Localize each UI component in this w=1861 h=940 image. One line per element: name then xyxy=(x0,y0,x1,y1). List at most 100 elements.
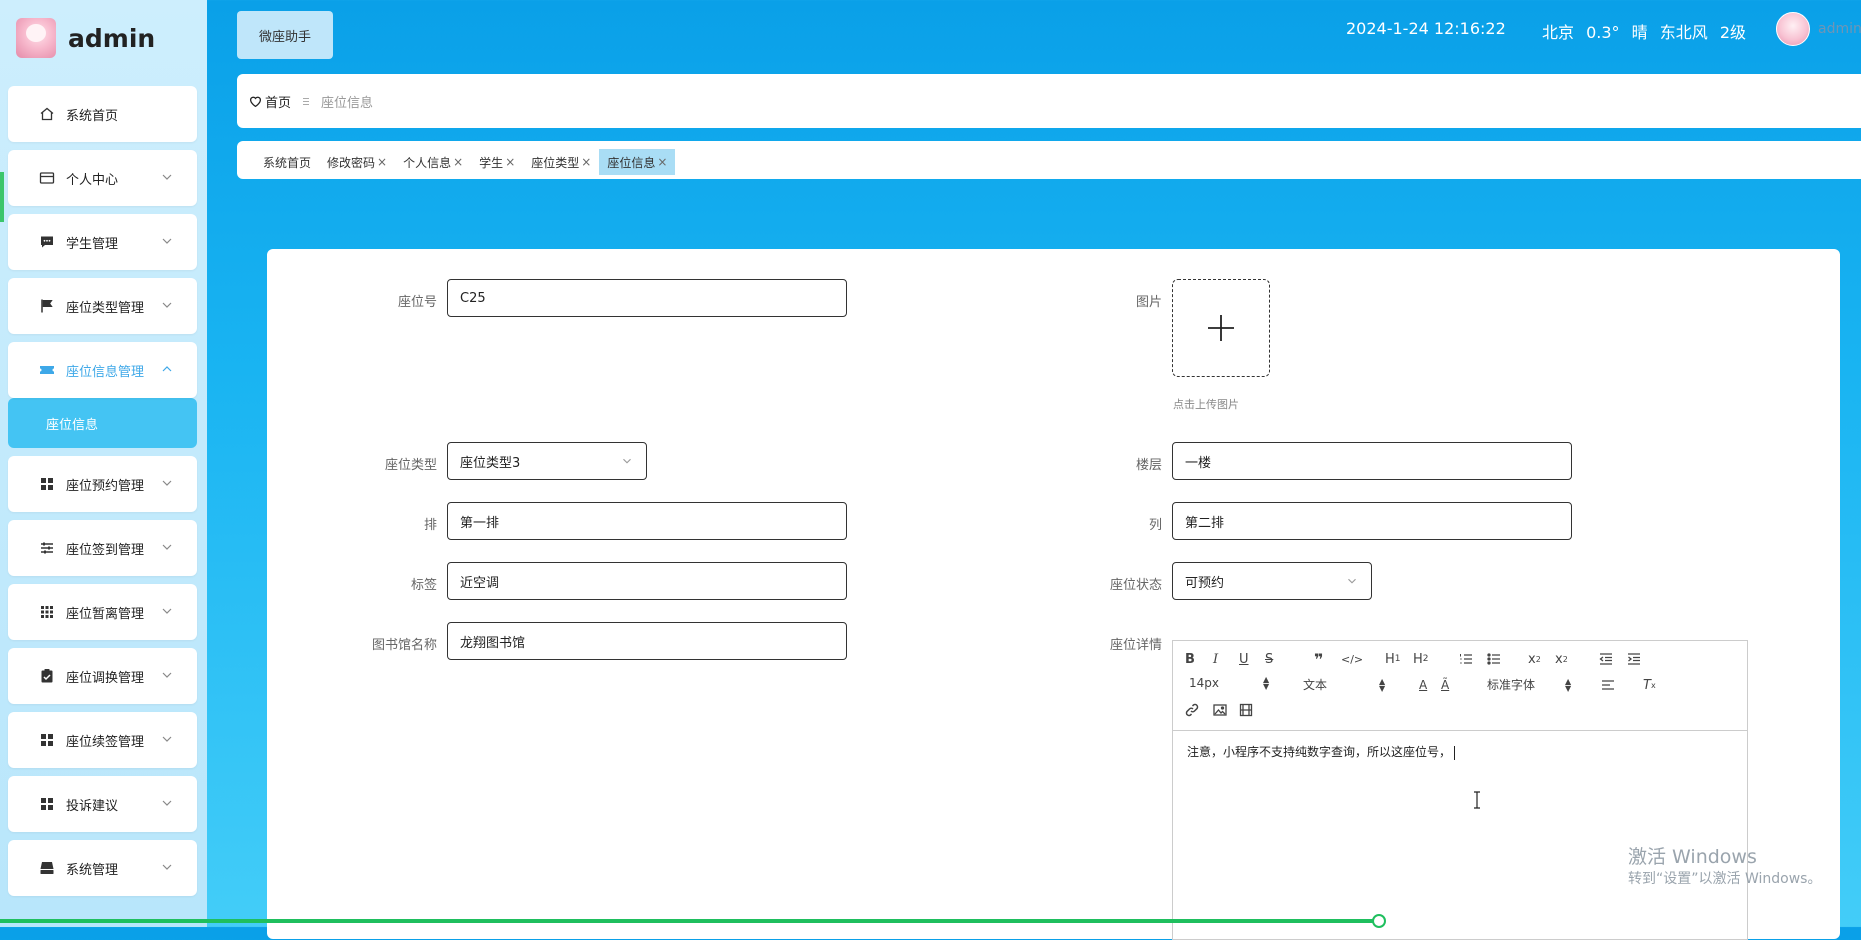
sidebar-item-seat-info[interactable]: 座位信息管理 xyxy=(8,342,197,398)
home-icon xyxy=(38,105,56,123)
underline-icon[interactable]: U xyxy=(1239,650,1249,668)
tag-label: 标签 xyxy=(410,578,437,593)
sidebar-item-student[interactable]: 学生管理 xyxy=(8,214,197,270)
video-icon[interactable] xyxy=(1239,701,1253,719)
assistant-button[interactable]: 微座助手 xyxy=(237,11,333,59)
tab-home[interactable]: 系统首页 xyxy=(255,149,319,175)
clear-format-icon[interactable]: Tx xyxy=(1643,676,1656,694)
close-icon[interactable]: × xyxy=(377,155,387,169)
align-icon[interactable] xyxy=(1601,676,1615,694)
sidebar-item-system[interactable]: 系统管理 xyxy=(8,840,197,896)
sidebar-item-label: 座位暂离管理 xyxy=(66,606,145,622)
sidebar-item-seat-reservation[interactable]: 座位预约管理 xyxy=(8,456,197,512)
close-icon[interactable]: × xyxy=(581,155,591,169)
row-label: 排 xyxy=(423,518,437,533)
quote-icon[interactable]: ❞ xyxy=(1314,650,1323,669)
breadcrumb-separator-icon xyxy=(303,97,310,105)
seat-no-label: 座位号 xyxy=(397,295,437,310)
sidebar-item-seat-checkin[interactable]: 座位签到管理 xyxy=(8,520,197,576)
upload-hint: 点击上传图片 xyxy=(1173,398,1239,411)
updown-icon: ▲ ▼ xyxy=(1379,676,1386,693)
sidebar-item-complaints[interactable]: 投诉建议 xyxy=(8,776,197,832)
sidebar-scrollbar[interactable] xyxy=(0,172,4,222)
bullet-list-icon[interactable] xyxy=(1487,650,1501,668)
bold-icon[interactable]: B xyxy=(1185,650,1195,668)
sidebar-item-seat-type[interactable]: 座位类型管理 xyxy=(8,278,197,334)
grid-icon xyxy=(38,795,56,813)
font-size-select[interactable]: 14px ▲ ▼ xyxy=(1189,676,1279,691)
chevron-down-icon xyxy=(159,667,175,683)
weather-level: 2级 xyxy=(1719,23,1747,42)
weather-temp: 0.3° xyxy=(1586,23,1620,42)
heading2-icon[interactable]: H2 xyxy=(1413,650,1429,668)
header-user-menu[interactable]: admin xyxy=(1776,12,1861,46)
tab-student[interactable]: 学生 × xyxy=(471,149,523,175)
weather-city: 北京 xyxy=(1542,23,1575,42)
card-icon xyxy=(38,169,56,187)
ordered-list-icon[interactable] xyxy=(1459,650,1473,668)
font-family-select[interactable]: 标准字体 ▲ ▼ xyxy=(1487,676,1587,693)
breadcrumb-home-label: 首页 xyxy=(265,95,292,111)
image-upload[interactable] xyxy=(1172,279,1270,377)
subscript-icon[interactable]: x2 xyxy=(1528,650,1541,668)
text-cursor-icon xyxy=(1474,791,1480,809)
seat-no-input[interactable]: C25 xyxy=(447,279,847,317)
col-label: 列 xyxy=(1148,518,1162,533)
sidebar-item-label: 座位调换管理 xyxy=(66,670,145,686)
tab-seat-type[interactable]: 座位类型 × xyxy=(523,149,599,175)
grid-icon xyxy=(38,475,56,493)
seat-status-select[interactable]: 可预约 xyxy=(1172,562,1372,600)
chat-icon xyxy=(38,233,56,251)
image-icon[interactable] xyxy=(1213,701,1227,719)
block-type-value: 文本 xyxy=(1303,678,1328,692)
brand-name: admin xyxy=(68,23,156,53)
close-icon[interactable]: × xyxy=(657,155,667,169)
tab-personal-info[interactable]: 个人信息 × xyxy=(395,149,471,175)
tab-seat-info[interactable]: 座位信息 × xyxy=(599,149,676,175)
bottom-progress-handle[interactable] xyxy=(1372,914,1386,928)
sidebar-item-seat-swap[interactable]: 座位调换管理 xyxy=(8,648,197,704)
col-input[interactable]: 第二排 xyxy=(1172,502,1572,540)
sliders-icon xyxy=(38,539,56,557)
background-color-icon[interactable]: Ã xyxy=(1441,676,1449,694)
sidebar-subitem-label: 座位信息 xyxy=(46,417,99,433)
sidebar-subitem-seat-info[interactable]: 座位信息 xyxy=(8,398,197,448)
block-type-select[interactable]: 文本 ▲ ▼ xyxy=(1303,676,1393,693)
floor-label: 楼层 xyxy=(1135,458,1162,473)
superscript-icon[interactable]: x2 xyxy=(1555,650,1568,668)
row-input[interactable]: 第一排 xyxy=(447,502,847,540)
indent-icon[interactable] xyxy=(1627,650,1641,668)
sidebar-item-label: 投诉建议 xyxy=(66,798,119,814)
image-label: 图片 xyxy=(1135,295,1162,310)
sidebar-item-seat-leave[interactable]: 座位暂离管理 xyxy=(8,584,197,640)
sidebar-item-home[interactable]: 系统首页 xyxy=(8,86,197,142)
chevron-down-icon xyxy=(159,859,175,875)
library-input[interactable]: 龙翔图书馆 xyxy=(447,622,847,660)
link-icon[interactable] xyxy=(1185,701,1199,719)
sidebar-item-label: 系统管理 xyxy=(66,862,119,878)
font-color-icon[interactable]: A xyxy=(1419,676,1427,694)
font-size-value: 14px xyxy=(1189,676,1219,690)
text-caret xyxy=(1454,745,1456,760)
tag-input[interactable]: 近空调 xyxy=(447,562,847,600)
grid-icon xyxy=(38,731,56,749)
outdent-icon[interactable] xyxy=(1599,650,1613,668)
close-icon[interactable]: × xyxy=(453,155,463,169)
sidebar-item-personal-center[interactable]: 个人中心 xyxy=(8,150,197,206)
weather-wind: 东北风 xyxy=(1659,23,1708,42)
editor-content[interactable]: 注意，小程序不支持纯数字查询，所以这座位号， xyxy=(1173,731,1747,772)
windows-activation-hint: 转到“设置”以激活 Windows。 xyxy=(1628,871,1822,887)
close-icon[interactable]: × xyxy=(505,155,515,169)
sidebar-item-label: 座位预约管理 xyxy=(66,478,145,494)
floor-input[interactable]: 一楼 xyxy=(1172,442,1572,480)
tab-change-password[interactable]: 修改密码 × xyxy=(319,149,395,175)
sidebar-item-seat-renew[interactable]: 座位续签管理 xyxy=(8,712,197,768)
heading1-icon[interactable]: H1 xyxy=(1385,650,1401,668)
seat-type-select[interactable]: 座位类型3 xyxy=(447,442,647,480)
breadcrumb-home[interactable]: 首页 xyxy=(249,92,291,111)
strikethrough-icon[interactable]: S xyxy=(1265,650,1273,668)
code-icon[interactable]: </> xyxy=(1341,650,1363,668)
avatar xyxy=(1776,12,1810,46)
italic-icon[interactable]: I xyxy=(1213,650,1218,668)
editor-toolbar: B I U S ❞ </> H1 H2 x2 x2 14px ▲ ▼ 文本 ▲ … xyxy=(1173,641,1747,731)
